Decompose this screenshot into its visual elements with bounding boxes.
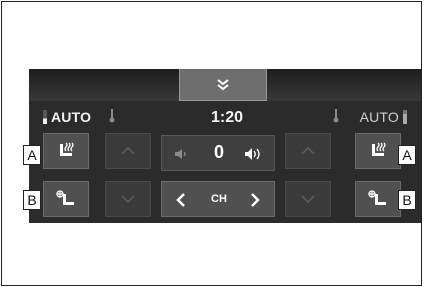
right-temperature-icon bbox=[333, 109, 339, 123]
callout-label-b-left: B bbox=[23, 190, 41, 210]
volume-up-icon[interactable] bbox=[244, 146, 262, 162]
chevron-down-icon bbox=[121, 195, 135, 203]
right-auto-label: AUTO bbox=[359, 109, 399, 125]
volume-control: 0 bbox=[161, 135, 275, 171]
callout-label-a-left: A bbox=[23, 145, 41, 165]
expand-tab-button[interactable] bbox=[179, 69, 267, 101]
right-seat-ventilation-button[interactable] bbox=[355, 181, 401, 217]
seat-ventilation-icon bbox=[368, 190, 386, 205]
channel-label: CH bbox=[211, 193, 227, 205]
clock-display: 1:20 bbox=[210, 109, 244, 126]
chevron-up-icon bbox=[121, 147, 135, 155]
climate-audio-screen: AUTO 1:20 AUTO 0 CH bbox=[29, 69, 421, 223]
left-seat-heater-button[interactable] bbox=[43, 133, 89, 169]
channel-prev-icon[interactable] bbox=[176, 192, 186, 208]
seat-ventilation-icon bbox=[56, 190, 74, 205]
right-fan-level-bar bbox=[403, 110, 407, 124]
callout-label-b-right: B bbox=[398, 190, 416, 210]
left-seat-ventilation-button[interactable] bbox=[43, 181, 89, 217]
channel-control: CH bbox=[161, 181, 275, 217]
left-temp-down-button[interactable] bbox=[105, 181, 151, 217]
left-auto-label: AUTO bbox=[51, 109, 92, 125]
right-temp-down-button[interactable] bbox=[285, 181, 331, 217]
volume-value: 0 bbox=[213, 142, 224, 162]
right-temp-up-button[interactable] bbox=[285, 133, 331, 169]
seat-heater-icon bbox=[372, 142, 386, 156]
chevron-down-icon bbox=[301, 195, 315, 203]
chevron-up-icon bbox=[301, 147, 315, 155]
seat-heater-icon bbox=[60, 142, 74, 156]
volume-down-icon[interactable] bbox=[174, 147, 188, 161]
right-seat-heater-button[interactable] bbox=[355, 133, 401, 169]
left-temperature-icon bbox=[109, 109, 115, 123]
left-temp-up-button[interactable] bbox=[105, 133, 151, 169]
channel-next-icon[interactable] bbox=[250, 192, 260, 208]
callout-label-a-right: A bbox=[398, 145, 416, 165]
double-chevron-down-icon bbox=[217, 78, 229, 90]
left-fan-level-bar bbox=[43, 110, 47, 124]
